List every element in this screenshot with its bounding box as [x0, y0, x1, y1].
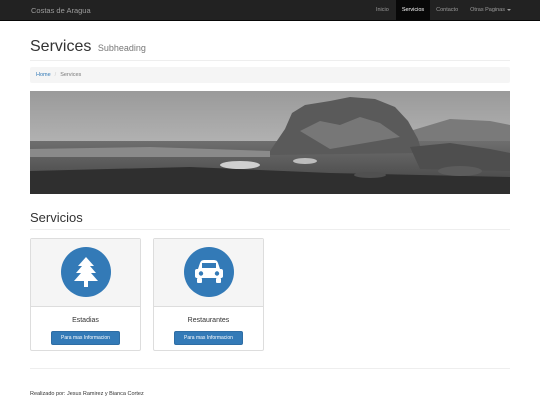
more-info-button[interactable]: Para mas Informacion [51, 331, 120, 345]
top-navbar: Costas de Aragua Inicio Servicios Contac… [0, 0, 540, 21]
more-info-button[interactable]: Para mas Informacion [174, 331, 243, 345]
card-image-area [154, 239, 263, 307]
page-subheading: Subheading [97, 43, 146, 53]
card-title: Estadias [72, 317, 99, 324]
title-divider [30, 60, 510, 61]
nav-menu: Inicio Servicios Contacto Otras Paginas [369, 0, 540, 21]
car-icon [195, 260, 223, 283]
breadcrumb: Home / Services [30, 67, 510, 83]
breadcrumb-home-link[interactable]: Home [36, 72, 51, 78]
page-title-text: Services [30, 38, 92, 55]
caret-down-icon [507, 8, 511, 11]
nav-item-otras-paginas[interactable]: Otras Paginas [464, 0, 540, 21]
footer-divider [30, 368, 510, 369]
nav-item-contacto[interactable]: Contacto [430, 0, 464, 21]
nav-item-inicio[interactable]: Inicio [369, 0, 396, 21]
service-card-estadias: Estadias Para mas Informacion [30, 238, 141, 351]
breadcrumb-current: Services [60, 72, 82, 78]
card-title: Restaurantes [187, 317, 230, 324]
service-card-restaurantes: Restaurantes Para mas Informacion [153, 238, 264, 351]
brand-link[interactable]: Costas de Aragua [31, 0, 91, 21]
footer-credits: Realizado por: Jesus Ramirez y Bianca Co… [30, 391, 144, 397]
nav-item-servicios[interactable]: Servicios [395, 0, 431, 21]
hero-image [30, 91, 510, 194]
page-title: Services Subheading [30, 38, 146, 56]
section-divider [30, 229, 510, 230]
tree-icon [74, 257, 98, 287]
breadcrumb-separator: / [54, 72, 57, 78]
card-icon-circle [61, 247, 111, 297]
card-image-area [31, 239, 140, 307]
section-title: Servicios [30, 210, 83, 225]
nav-item-otras-paginas-label: Otras Paginas [470, 7, 505, 13]
card-icon-circle [184, 247, 234, 297]
coastal-landscape-image [30, 91, 510, 194]
